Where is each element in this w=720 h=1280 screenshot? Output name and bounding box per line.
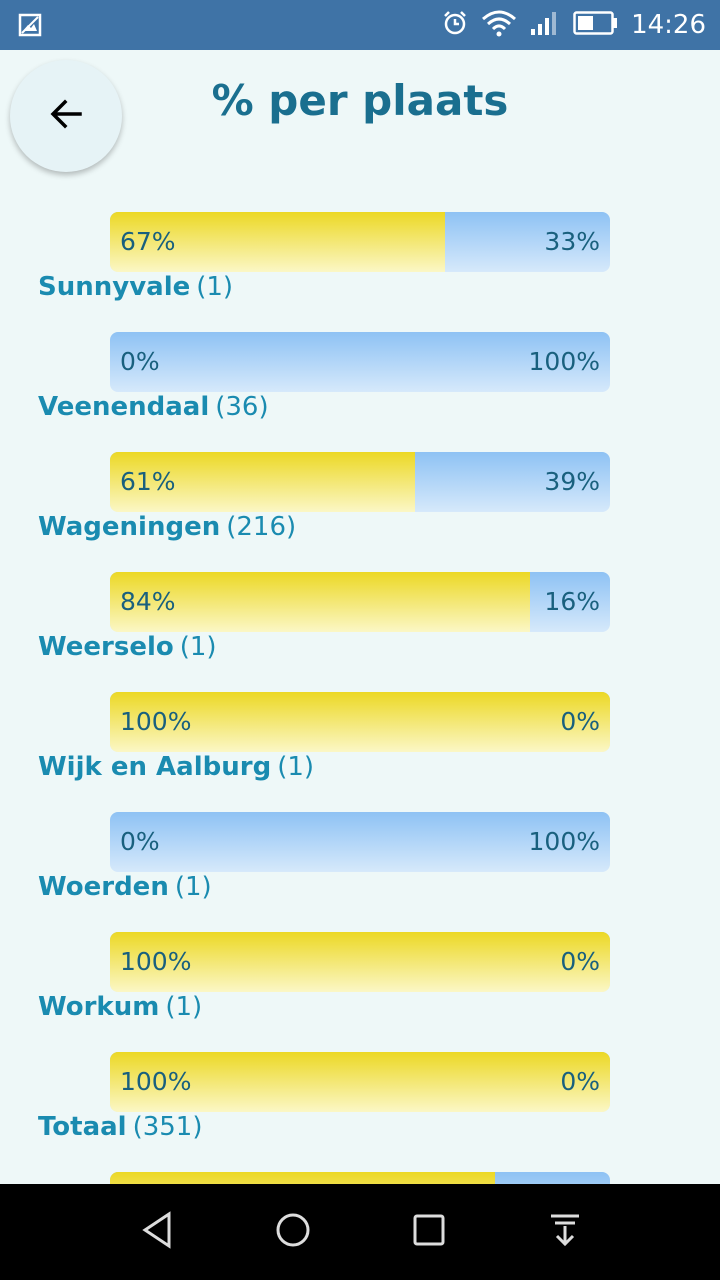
nav-home-button[interactable] bbox=[263, 1202, 323, 1262]
place-label: Woerden (1) bbox=[38, 872, 212, 908]
place-count: (216) bbox=[226, 512, 297, 542]
back-triangle-icon bbox=[137, 1210, 177, 1254]
list-item: Weerselo (1) 100% 0% bbox=[0, 598, 720, 752]
place-name: Veenendaal bbox=[38, 392, 210, 422]
place-name: Totaal bbox=[38, 1112, 127, 1142]
place-name: Sunnyvale bbox=[38, 272, 191, 302]
percentage-bar: 77% 23% bbox=[110, 1172, 610, 1184]
list-item: Wijk en Aalburg (1) 0% 100% bbox=[0, 718, 720, 872]
list-item: Woerden (1) 100% 0% bbox=[0, 838, 720, 992]
place-label: Sunnyvale (1) bbox=[38, 272, 233, 308]
place-name: Workum bbox=[38, 992, 160, 1022]
place-count: (1) bbox=[165, 992, 203, 1022]
place-label bbox=[38, 182, 44, 188]
list-item: Totaal(351) 77% 23% bbox=[0, 1078, 720, 1184]
place-count: (1) bbox=[174, 872, 212, 902]
list-item: Sunnyvale (1) 0% 100% bbox=[0, 238, 720, 392]
list-item: Veenendaal (36) 61% 39% bbox=[0, 358, 720, 512]
page-title: % per plaats bbox=[211, 76, 509, 125]
nav-back-button[interactable] bbox=[127, 1202, 187, 1262]
place-count: (351) bbox=[132, 1112, 203, 1142]
place-label: Veenendaal (36) bbox=[38, 392, 269, 428]
place-name: Wijk en Aalburg bbox=[38, 752, 272, 782]
place-name: Woerden bbox=[38, 872, 169, 902]
place-count: (36) bbox=[215, 392, 269, 422]
home-circle-icon bbox=[273, 1210, 313, 1254]
signal-icon bbox=[529, 9, 561, 41]
wifi-icon bbox=[481, 9, 517, 41]
list-item: Workum (1) 100% 0% bbox=[0, 958, 720, 1112]
place-name: Weerselo bbox=[38, 632, 174, 662]
alarm-icon bbox=[441, 9, 469, 41]
yes-percentage: 77% bbox=[120, 1172, 176, 1184]
place-label: Wijk en Aalburg (1) bbox=[38, 752, 314, 788]
place-label: Totaal (351) bbox=[38, 1112, 203, 1148]
no-percentage: 23% bbox=[544, 1172, 600, 1184]
place-count: (1) bbox=[277, 752, 315, 782]
list-item: Wageningen (216) 84% 16% bbox=[0, 478, 720, 632]
nav-notifications-button[interactable] bbox=[535, 1202, 595, 1262]
results-list[interactable]: 67% 33% Sunnyvale (1) 0% 100% Veenendaal (36) 61… bbox=[0, 182, 720, 1184]
place-label: Weerselo (1) bbox=[38, 632, 217, 668]
battery-icon bbox=[573, 10, 619, 40]
place-count: (1) bbox=[196, 272, 234, 302]
navigation-bar bbox=[0, 1184, 720, 1280]
nav-recents-button[interactable] bbox=[399, 1202, 459, 1262]
place-label: Wageningen (216) bbox=[38, 512, 296, 548]
place-count: (1) bbox=[179, 632, 217, 662]
image-notification-icon bbox=[18, 13, 42, 37]
place-label: Workum (1) bbox=[38, 992, 202, 1028]
recents-square-icon bbox=[409, 1210, 449, 1254]
app-header: % per plaats bbox=[0, 50, 720, 182]
clock: 14:26 bbox=[631, 10, 706, 40]
notification-pulldown-icon bbox=[545, 1210, 585, 1254]
place-name: Wageningen bbox=[38, 512, 221, 542]
status-bar: 14:26 bbox=[0, 0, 720, 50]
list-item: 67% 33% bbox=[0, 182, 720, 272]
